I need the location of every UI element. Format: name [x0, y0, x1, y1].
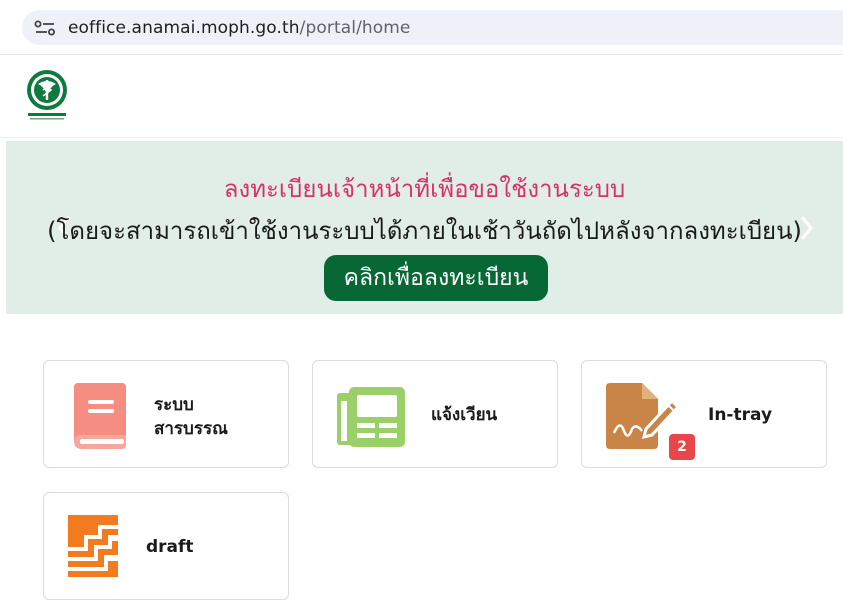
carousel-next-arrow-icon[interactable]: [795, 213, 817, 243]
newspaper-icon: [337, 387, 405, 451]
app-card-saraban[interactable]: ระบบ สารบรรณ: [43, 360, 289, 468]
notification-badge: 2: [669, 434, 695, 460]
label-line: สารบรรณ: [154, 419, 228, 439]
app-card-label: แจ้งเวียน: [431, 405, 498, 425]
url-text[interactable]: eoffice.anamai.moph.go.th/portal/home: [68, 18, 411, 38]
app-card-draft[interactable]: draft: [43, 492, 289, 600]
app-card-circular[interactable]: แจ้งเวียน: [312, 360, 558, 468]
app-card-label: In-tray: [708, 405, 773, 425]
banner-subtitle: (โดยจะสามารถเข้าใช้งานระบบได้ภายในเช้าวั…: [47, 217, 802, 245]
divider: [0, 54, 843, 55]
divider: [0, 137, 843, 138]
registration-banner: ลงทะเบียนเจ้าหน้าที่เพื่อขอใช้งานระบบ (โ…: [6, 141, 843, 314]
book-icon: [68, 383, 128, 453]
site-info-icon[interactable]: [28, 13, 62, 43]
banner-title: ลงทะเบียนเจ้าหน้าที่เพื่อขอใช้งานระบบ: [223, 175, 626, 203]
app-card-label: ระบบ สารบรรณ: [154, 393, 228, 441]
url-host: eoffice.anamai.moph.go.th: [68, 17, 300, 38]
register-button[interactable]: คลิกเพื่อลงทะเบียน: [324, 255, 548, 301]
department-logo[interactable]: [24, 68, 70, 124]
label-line: ระบบ: [154, 395, 194, 415]
stacked-documents-icon: [68, 515, 120, 585]
url-path: /portal/home: [299, 17, 411, 38]
app-card-label: draft: [146, 537, 194, 557]
app-card-in-tray[interactable]: 2 In-tray: [581, 360, 827, 468]
address-bar[interactable]: eoffice.anamai.moph.go.th/portal/home: [22, 10, 843, 45]
